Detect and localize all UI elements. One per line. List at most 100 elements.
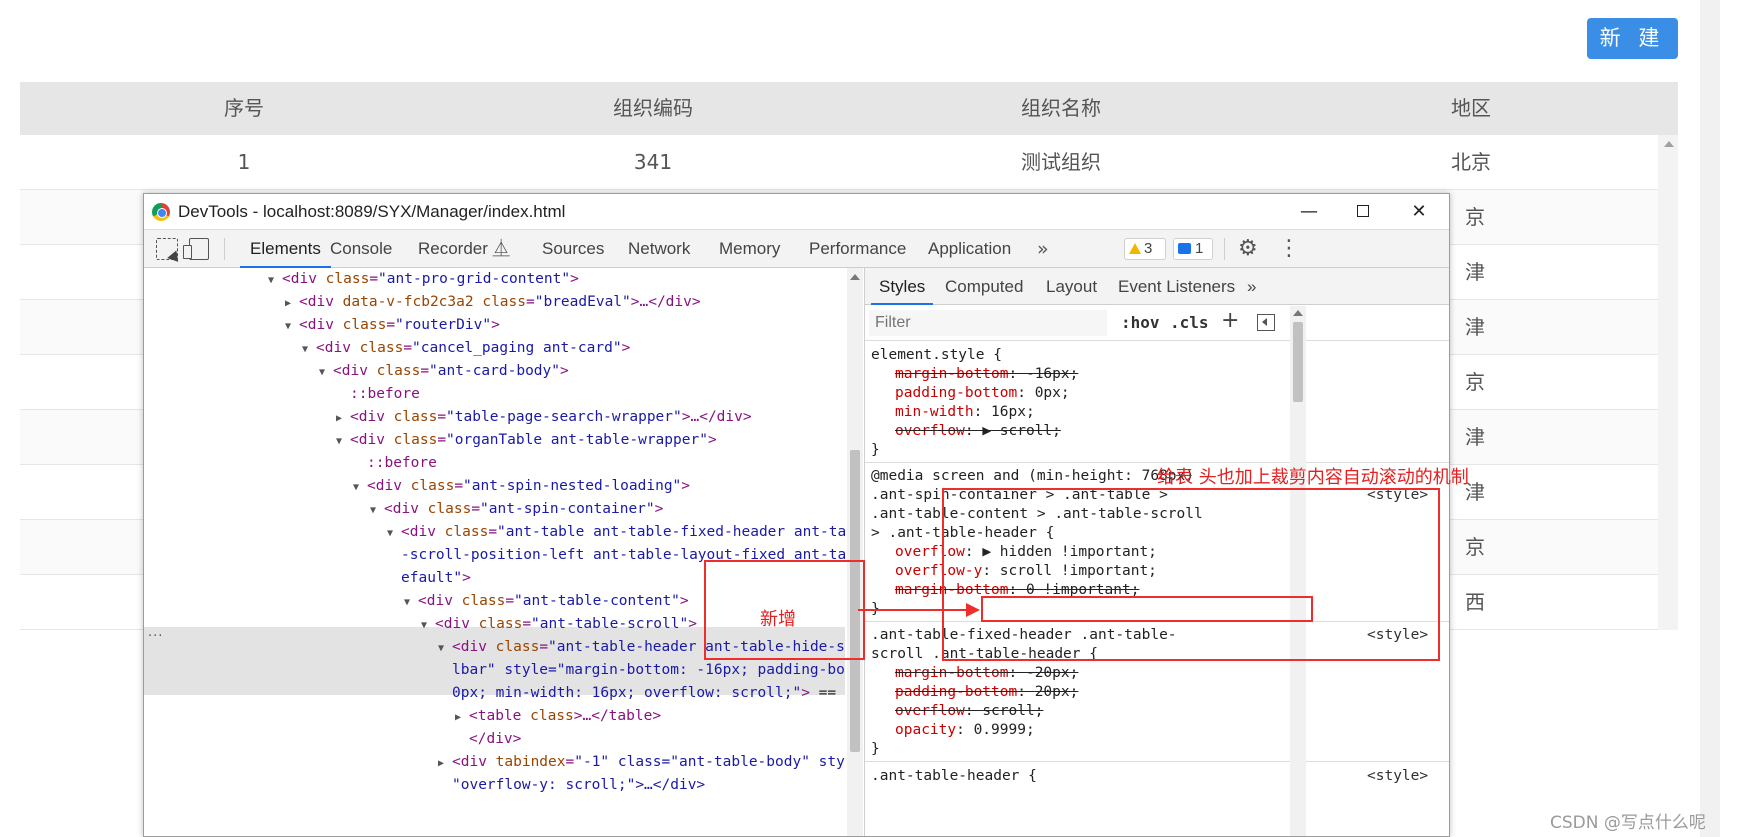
more-tabs-chevron-icon[interactable]: »: [1037, 230, 1049, 268]
media-query: @media screen and (min-height: 768px): [871, 468, 1195, 484]
collapse-arrow-icon[interactable]: ▼: [285, 315, 299, 338]
tab-memory[interactable]: Memory: [719, 230, 780, 268]
dom-node-line[interactable]: </div>: [455, 728, 845, 751]
computed-sidebar-toggle-icon[interactable]: [1257, 314, 1275, 331]
dom-node-line[interactable]: ▼ <div class="ant-spin-container">: [370, 498, 845, 521]
collapse-arrow-icon[interactable]: ▼: [370, 499, 384, 522]
dom-node-line[interactable]: ▼ <div class="ant-table ant-table-fixed-h…: [387, 521, 845, 544]
dom-node-line[interactable]: lbar" style="margin-bottom: -16px; paddi…: [438, 659, 845, 682]
dom-node-line[interactable]: ▼ <div class="ant-spin-nested-loading">: [353, 475, 845, 498]
column-header-region[interactable]: 地区: [1321, 82, 1621, 135]
node-actions-icon[interactable]: ···: [148, 629, 163, 644]
page-scrollbar[interactable]: [1700, 0, 1720, 837]
tab-elements[interactable]: Elements: [240, 230, 331, 268]
scroll-up-arrow-icon[interactable]: [1293, 310, 1303, 316]
dom-node-line[interactable]: ▼ <div class="organTable ant-table-wrappe…: [336, 429, 845, 452]
close-button[interactable]: ✕: [1394, 194, 1444, 230]
warnings-badge[interactable]: 3: [1124, 238, 1166, 260]
maximize-button[interactable]: [1338, 194, 1388, 230]
css-declaration[interactable]: overflow: scroll;: [895, 702, 1043, 721]
attribute-continuation: lbar" style="margin-bottom: -16px; paddi…: [452, 662, 845, 678]
collapse-arrow-icon[interactable]: ▼: [421, 614, 435, 637]
more-subtabs-chevron-icon[interactable]: »: [1247, 268, 1256, 305]
column-header-index[interactable]: 序号: [94, 82, 394, 135]
attribute-name: class: [427, 501, 472, 517]
class-toggle[interactable]: .cls: [1170, 313, 1209, 332]
watermark: CSDN @写点什么呢: [1550, 813, 1706, 833]
dom-node-line[interactable]: ▼ <div class="ant-pro-grid-content">: [268, 268, 845, 291]
minimize-button[interactable]: —: [1284, 194, 1334, 230]
collapse-arrow-icon[interactable]: ▼: [336, 430, 350, 453]
tab-performance[interactable]: Performance: [809, 230, 906, 268]
tab-styles[interactable]: Styles: [870, 268, 934, 305]
css-value: ▶ scroll;: [982, 423, 1061, 439]
dom-node-line[interactable]: "overflow-y: scroll;">…</div>: [438, 774, 845, 797]
column-header-name[interactable]: 组织名称: [911, 82, 1211, 135]
css-declaration[interactable]: margin-bottom: -16px;: [895, 365, 1078, 384]
expand-arrow-icon[interactable]: ▶: [336, 407, 350, 430]
collapse-arrow-icon[interactable]: ▼: [353, 476, 367, 499]
collapse-arrow-icon[interactable]: ▼: [268, 269, 282, 292]
dom-node-line[interactable]: 0px; min-width: 16px; overflow: scroll;"…: [438, 682, 845, 705]
collapse-arrow-icon[interactable]: ▼: [319, 361, 333, 384]
scroll-up-arrow-icon[interactable]: [1664, 141, 1674, 147]
tab-recorder[interactable]: Recorder ⏅: [418, 230, 510, 268]
devtools-titlebar[interactable]: DevTools - localhost:8089/SYX/Manager/in…: [144, 194, 1449, 230]
more-menu-icon[interactable]: ⋮: [1278, 236, 1300, 262]
tab-computed[interactable]: Computed: [945, 268, 1023, 305]
css-declaration[interactable]: margin-bottom: -20px;: [895, 664, 1078, 683]
dom-node-line[interactable]: ::before: [353, 452, 845, 475]
css-declaration[interactable]: padding-bottom: 20px;: [895, 683, 1078, 702]
attribute-name: tabindex: [495, 754, 566, 770]
dom-node-line[interactable]: ::before: [336, 383, 845, 406]
device-toolbar-icon[interactable]: [183, 238, 209, 260]
dom-node-line[interactable]: ▶ <div data-v-fcb2c3a2 class="breadEval">…: [285, 291, 845, 314]
attribute-name: class: [376, 363, 421, 379]
attribute-name: class: [393, 409, 438, 425]
expand-arrow-icon[interactable]: ▶: [285, 292, 299, 315]
chrome-logo-icon: [152, 203, 170, 221]
column-header-code[interactable]: 组织编码: [503, 82, 803, 135]
scroll-up-arrow-icon[interactable]: [850, 274, 860, 280]
dom-node-line[interactable]: ▼ <div class="routerDiv">: [285, 314, 845, 337]
new-button[interactable]: 新 建: [1587, 18, 1678, 59]
tab-layout[interactable]: Layout: [1046, 268, 1097, 305]
style-source-link[interactable]: <style>: [1367, 767, 1428, 786]
attribute-equals: =: [471, 501, 481, 517]
tab-application[interactable]: Application: [928, 230, 1011, 268]
inspect-element-icon[interactable]: [156, 238, 178, 260]
dom-node-line[interactable]: ▶ <table class>…</table>: [455, 705, 845, 728]
attribute-value: "ant-table-scroll": [531, 616, 689, 632]
styles-filter-input[interactable]: [869, 310, 1107, 336]
expand-arrow-icon[interactable]: ▶: [455, 706, 469, 729]
css-value: -20px;: [1025, 665, 1079, 681]
expand-arrow-icon[interactable]: ▶: [438, 752, 452, 775]
css-declaration[interactable]: min-width: 16px;: [895, 403, 1035, 422]
dom-node-line[interactable]: ▼ <div class="ant-card-body">: [319, 360, 845, 383]
collapse-arrow-icon[interactable]: ▼: [387, 522, 401, 545]
scroll-thumb[interactable]: [1293, 322, 1303, 402]
tab-network[interactable]: Network: [628, 230, 690, 268]
collapse-arrow-icon[interactable]: ▼: [404, 591, 418, 614]
tab-console[interactable]: Console: [330, 230, 392, 268]
css-declaration[interactable]: padding-bottom: 0px;: [895, 384, 1070, 403]
pseudo-element: ::before: [367, 455, 437, 471]
new-rule-plus-icon[interactable]: +: [1221, 308, 1239, 333]
tab-event-listeners[interactable]: Event Listeners: [1118, 268, 1235, 305]
tab-sources[interactable]: Sources: [542, 230, 604, 268]
attribute-equals: =: [437, 432, 447, 448]
tag-close: >: [707, 432, 717, 448]
css-declaration[interactable]: overflow: ▶ scroll;: [895, 422, 1061, 441]
dom-node-line[interactable]: ▼ <div class="cancel_paging ant-card">: [302, 337, 845, 360]
dom-node-line[interactable]: ▶ <div class="table-page-search-wrapper">…: [336, 406, 845, 429]
table-scrollbar[interactable]: [1658, 135, 1678, 630]
elements-scrollbar[interactable]: [847, 268, 863, 836]
messages-badge[interactable]: 1: [1173, 238, 1213, 260]
table-row[interactable]: 1 341 测试组织 北京: [20, 135, 1678, 190]
hover-state-toggle[interactable]: :hov: [1121, 313, 1160, 332]
collapse-arrow-icon[interactable]: ▼: [302, 338, 316, 361]
gear-icon[interactable]: ⚙: [1238, 236, 1258, 262]
css-declaration[interactable]: opacity: 0.9999;: [895, 721, 1035, 740]
collapse-arrow-icon[interactable]: ▼: [438, 637, 452, 660]
dom-node-line[interactable]: ▶ <div tabindex="-1" class="ant-table-bod…: [438, 751, 845, 774]
